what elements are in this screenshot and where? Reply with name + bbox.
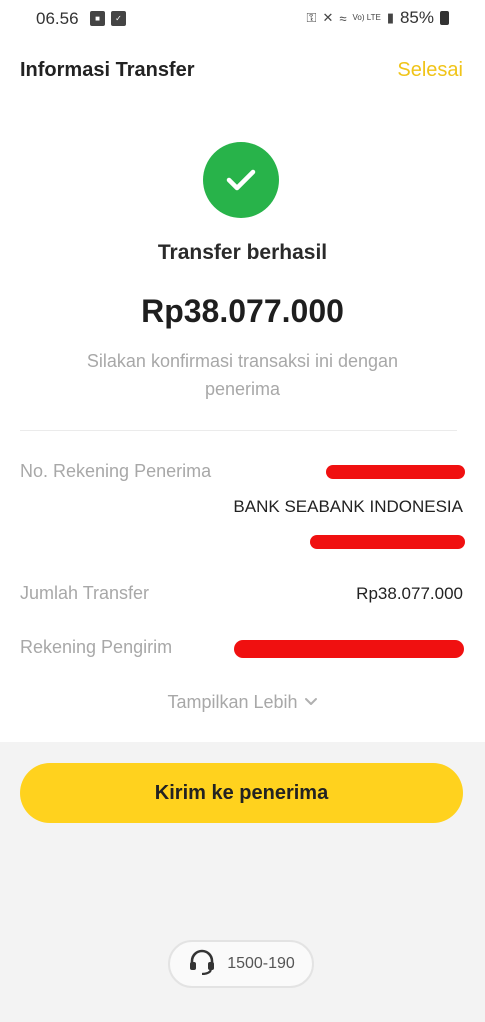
transfer-amount-value: Rp38.077.000 xyxy=(356,584,463,603)
show-more-label: Tampilkan Lebih xyxy=(167,692,298,712)
divider xyxy=(20,430,457,431)
mute-icon: ✕ xyxy=(322,10,334,25)
status-bar: 06.56 ■ ✓ ⚿ ✕ ≈ Vo) LTE ▮ 85% xyxy=(0,0,485,38)
wifi-icon: ≈ xyxy=(339,10,347,26)
status-time: 06.56 xyxy=(36,9,79,28)
success-check-icon xyxy=(203,142,279,218)
headset-icon xyxy=(187,949,217,980)
redacted-recipient-name xyxy=(310,535,465,549)
transfer-amount-big: Rp38.077.000 xyxy=(141,293,344,329)
redacted-sender-account xyxy=(234,640,464,658)
transfer-amount-label: Jumlah Transfer xyxy=(20,583,150,603)
support-phone-number: 1500-190 xyxy=(227,955,295,972)
status-right-group: ⚿ ✕ ≈ Vo) LTE ▮ 85% xyxy=(307,8,449,28)
network-label: Vo) LTE xyxy=(352,13,381,22)
checkbox-notification-icon: ✓ xyxy=(111,11,126,26)
key-icon: ⚿ xyxy=(306,10,317,25)
show-more-toggle[interactable]: Tampilkan Lebih xyxy=(0,690,485,713)
notification-icon: ■ xyxy=(90,11,105,26)
done-button[interactable]: Selesai xyxy=(397,59,463,82)
page-title: Informasi Transfer xyxy=(20,59,195,81)
recipient-account-label: No. Rekening Penerima xyxy=(20,461,212,481)
confirm-message: Silakan konfirmasi transaksi ini dengan … xyxy=(86,351,399,399)
signal-icon: ▮ xyxy=(386,10,394,25)
chevron-down-icon xyxy=(304,690,318,711)
battery-icon xyxy=(440,11,449,25)
battery-percent: 85% xyxy=(399,8,434,27)
send-to-recipient-button[interactable]: Kirim ke penerima xyxy=(20,763,463,823)
sender-account-label: Rekening Pengirim xyxy=(20,637,173,657)
success-title: Transfer berhasil xyxy=(157,241,328,264)
support-phone-button[interactable]: 1500-190 xyxy=(168,940,314,988)
redacted-recipient-number xyxy=(326,465,465,479)
recipient-bank: BANK SEABANK INDONESIA xyxy=(233,497,463,516)
